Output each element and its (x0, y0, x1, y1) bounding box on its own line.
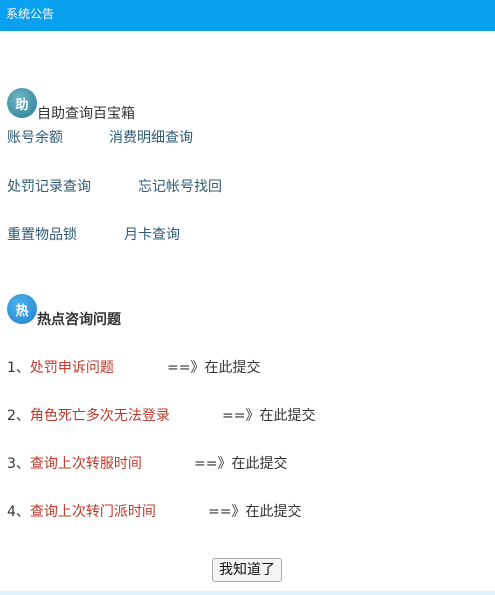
question-link[interactable]: 查询上次转服时间 (30, 456, 142, 472)
hot-question-row: 4、查询上次转门派时间 ==》在此提交 (7, 503, 487, 521)
submit-link[interactable]: ==》在此提交 (194, 455, 287, 473)
hot-question-row: 1、处罚申诉问题 ==》在此提交 (7, 359, 487, 377)
hot-question-row: 2、角色死亡多次无法登录 ==》在此提交 (7, 407, 487, 425)
announcement-title: 系统公告 (6, 7, 55, 21)
help-icon: 助 (7, 88, 37, 118)
question-number: 3、 (7, 456, 30, 472)
hot-questions-title: 热点咨询问题 (37, 312, 121, 328)
self-help-title: 自助查询百宝箱 (37, 106, 135, 122)
bottom-border (0, 591, 495, 595)
question-link[interactable]: 查询上次转门派时间 (30, 504, 156, 520)
link-account-recovery[interactable]: 忘记帐号找回 (138, 178, 222, 196)
acknowledge-button[interactable]: 我知道了 (212, 558, 282, 582)
hot-question-row: 3、查询上次转服时间 ==》在此提交 (7, 455, 487, 473)
question-number: 1、 (7, 360, 30, 376)
link-reset-item-lock[interactable]: 重置物品锁 (7, 226, 77, 244)
question-number: 2、 (7, 408, 30, 424)
link-penalty-records[interactable]: 处罚记录查询 (7, 178, 91, 196)
link-monthly-card[interactable]: 月卡查询 (124, 226, 180, 244)
submit-link[interactable]: ==》在此提交 (167, 359, 260, 377)
link-account-balance[interactable]: 账号余额 (7, 129, 63, 147)
hot-icon: 热 (7, 294, 37, 324)
link-consumption-details[interactable]: 消费明细查询 (109, 129, 193, 147)
question-link[interactable]: 处罚申诉问题 (30, 360, 114, 376)
question-number: 4、 (7, 504, 30, 520)
submit-link[interactable]: ==》在此提交 (222, 407, 315, 425)
question-link[interactable]: 角色死亡多次无法登录 (30, 408, 170, 424)
submit-link[interactable]: ==》在此提交 (208, 503, 301, 521)
title-bar: 系统公告 (0, 0, 495, 31)
